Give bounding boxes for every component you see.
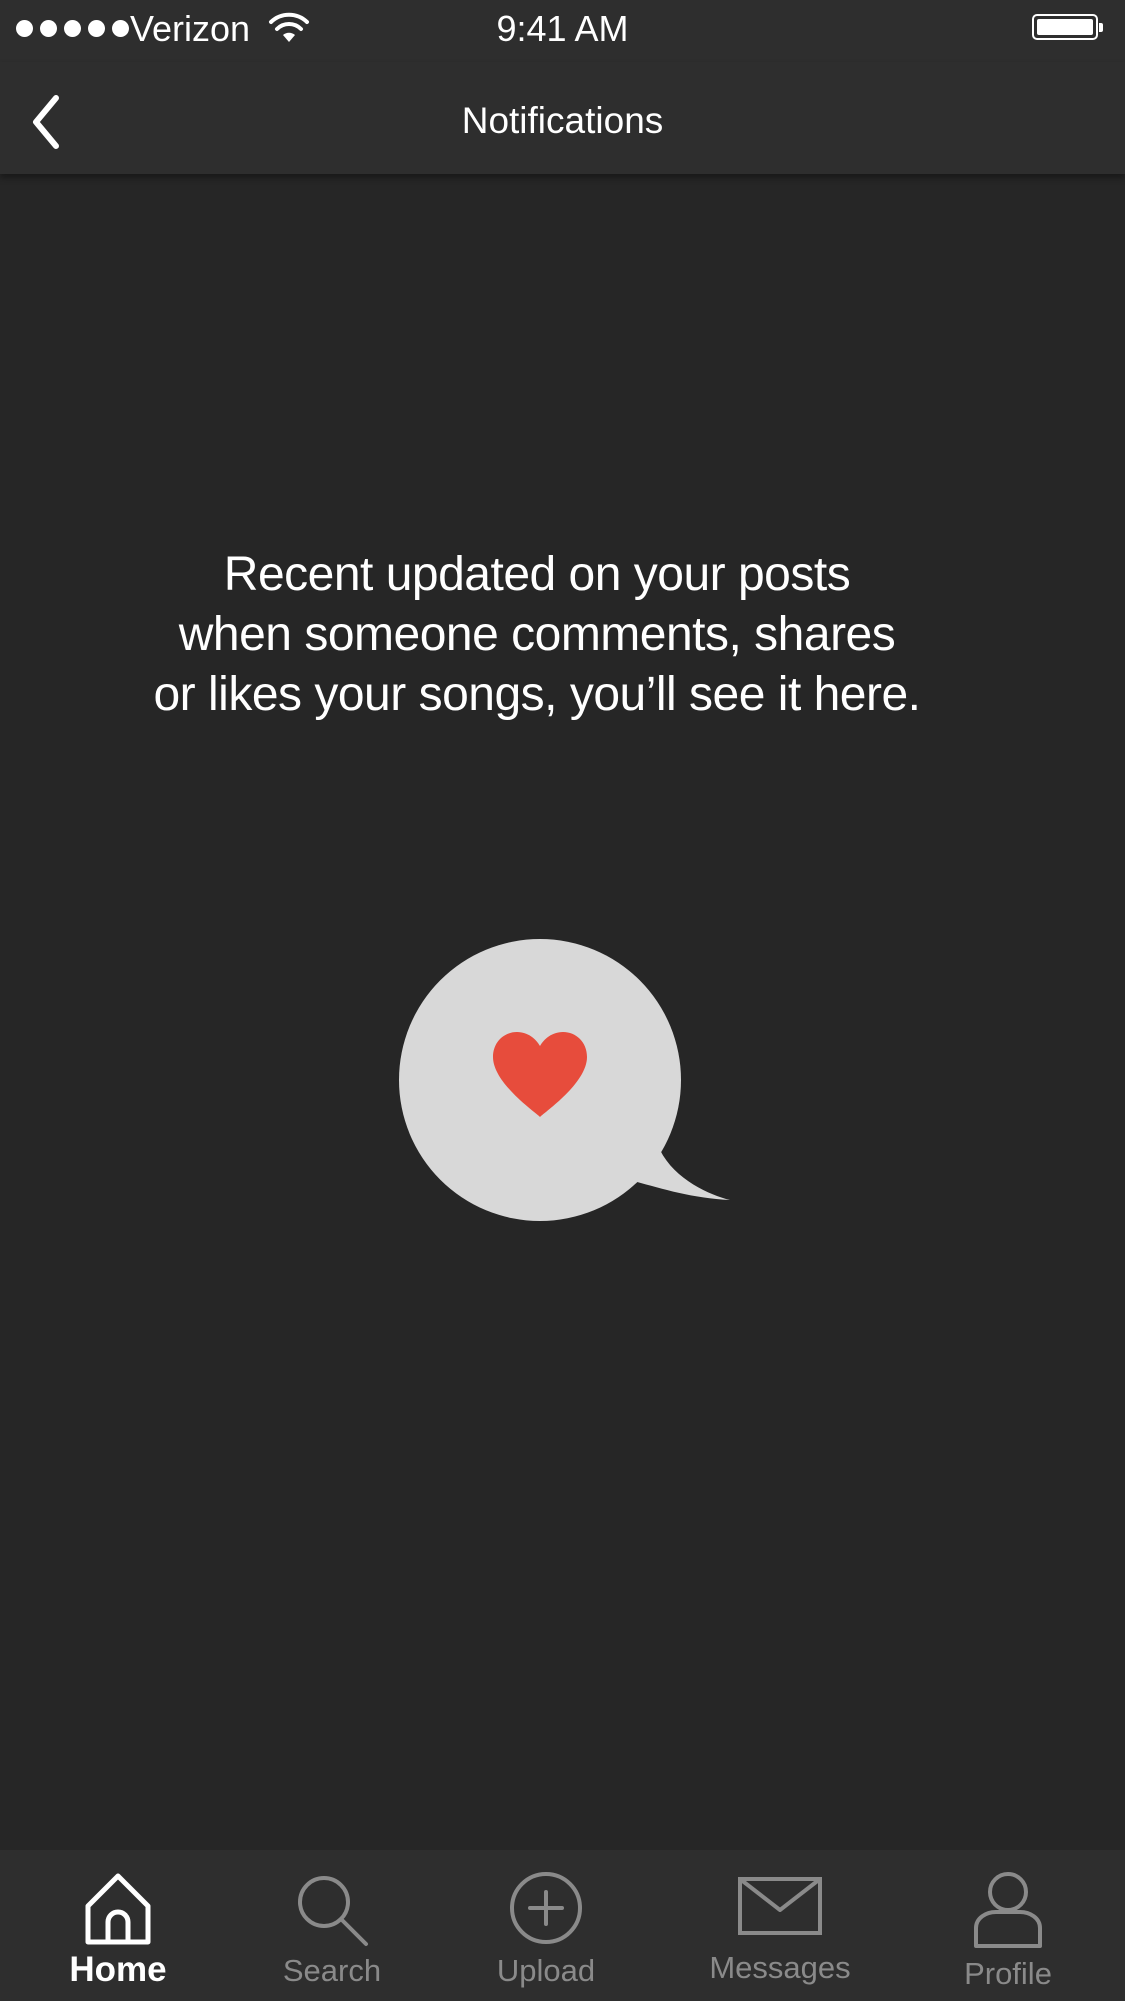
- empty-state-line: when someone comments, shares: [178, 608, 896, 661]
- tab-bar: Home Search Upload Messages Profile: [0, 1850, 1125, 2001]
- tab-search[interactable]: Search: [256, 1850, 408, 2001]
- status-bar: Verizon 9:41 AM: [0, 0, 1125, 62]
- page-title: Notifications: [461, 100, 664, 141]
- tab-messages[interactable]: Messages: [690, 1850, 870, 2001]
- heart-speech-bubble-icon: [399, 939, 730, 1221]
- tab-label: Search: [282, 1953, 382, 1988]
- tab-label: Upload: [496, 1953, 596, 1988]
- navigation-bar: Notifications: [0, 62, 1125, 174]
- home-icon: [85, 1873, 151, 1945]
- envelope-icon: [738, 1877, 822, 1935]
- empty-state-line: Recent updated on your posts: [223, 548, 851, 601]
- upload-plus-icon: [510, 1872, 582, 1944]
- empty-state-message: Recent updated on your posts when someon…: [112, 545, 962, 725]
- search-icon: [298, 1876, 368, 1946]
- battery-icon: [1032, 14, 1103, 40]
- tab-label: Messages: [709, 1950, 851, 1985]
- tab-label: Home: [69, 1950, 167, 1989]
- tab-profile[interactable]: Profile: [932, 1850, 1084, 2001]
- tab-label: Profile: [964, 1956, 1052, 1991]
- tab-home[interactable]: Home: [42, 1850, 194, 2001]
- status-time: 9:41 AM: [496, 8, 629, 49]
- profile-icon: [974, 1872, 1042, 1948]
- tab-upload[interactable]: Upload: [470, 1850, 622, 2001]
- empty-state-line: or likes your songs, you’ll see it here.: [153, 668, 921, 721]
